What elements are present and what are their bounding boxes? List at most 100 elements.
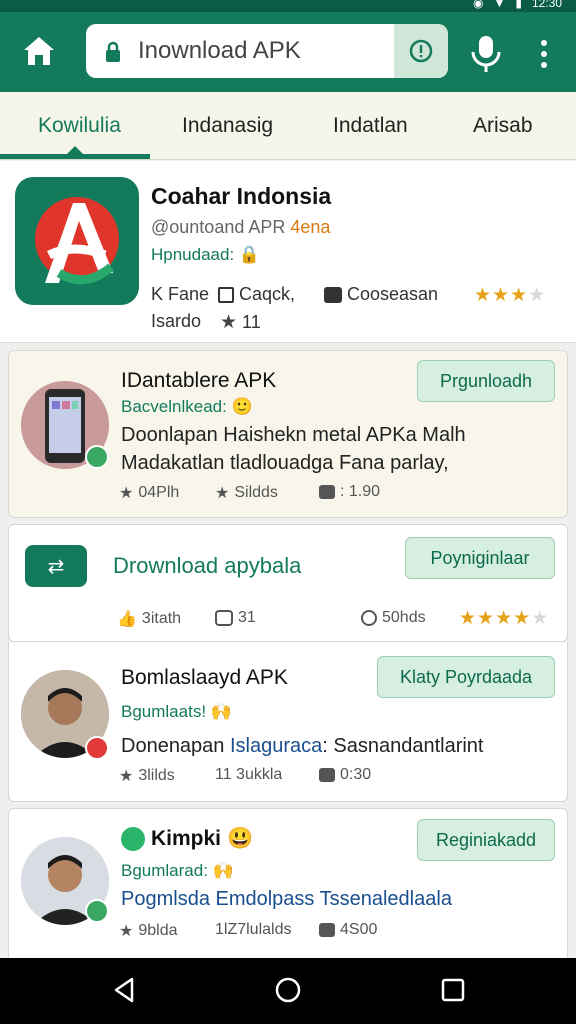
card-subtitle: Bgumlaats! 🙌 (121, 702, 232, 721)
app-screen: ◉ ▼ ▮ 12:30 Inownload APK Kowilulia Inda… (0, 0, 576, 1024)
exclamation-circle-icon (409, 39, 433, 63)
tab-3[interactable]: Arisab (473, 114, 533, 138)
hero-rating: ★ ★ ★ ★ (474, 284, 545, 307)
emoji-icon: 🙂 (231, 397, 253, 416)
back-icon[interactable] (110, 975, 140, 1005)
app-card-3[interactable]: Bomlaslaayd APK Bgumlaats! 🙌 Donenapan I… (8, 642, 568, 802)
star-icon: ★ (492, 285, 510, 306)
system-navigation-bar (0, 958, 576, 1024)
hero-meta-1: K Fane (151, 284, 210, 304)
tab-0[interactable]: Kowilulia (38, 114, 121, 138)
battery-icon: ▮ (515, 0, 522, 10)
clock-icon (361, 610, 377, 626)
card-title: IDantablere APK (121, 369, 277, 392)
star-icon: ★ (459, 608, 477, 629)
card-meta-1: 👍 3itath (117, 610, 182, 628)
card-rating: ★ ★ ★ ★ ★ (459, 607, 548, 630)
download-button[interactable]: Poyniginlaar (405, 537, 555, 579)
comment-icon (319, 768, 335, 782)
tab-2[interactable]: Indatlan (333, 114, 408, 138)
status-icons: ◉ ▼ ▮ 12:30 (473, 0, 562, 10)
emoji-icon: 😃 (227, 827, 254, 850)
tab-1[interactable]: Indanasig (182, 114, 273, 138)
hero-meta-2: Caqck, (218, 284, 295, 305)
app-card-4[interactable]: Kimpki 😃 Bgumlarad: 🙌 Pogmlsda Emdolpass… (8, 808, 568, 978)
comment-icon (319, 923, 335, 937)
star-icon: ★ (513, 608, 531, 629)
recents-icon[interactable] (438, 975, 468, 1005)
comment-icon (324, 286, 342, 303)
home-nav-icon[interactable] (273, 975, 303, 1005)
card-meta-1: ★ 9blda (119, 922, 178, 940)
card-meta-2: 31 (215, 609, 256, 627)
app-card-1[interactable]: IDantablere APK Bacvelnlkead: 🙂 Doonlapa… (8, 350, 568, 518)
app-card-2[interactable]: ⇄ Drownload apybala Poyniginlaar 👍 3itat… (8, 524, 568, 642)
home-icon (24, 37, 54, 65)
star-icon: ★ (119, 923, 134, 940)
app-developer: @ountoand APR 4ena (151, 217, 331, 237)
emoji-icon: 🙌 (210, 702, 232, 721)
status-bar: ◉ ▼ ▮ 12:30 (0, 0, 576, 12)
card-description: Doonlapan Haishekn metal APKa Malh Madak… (121, 424, 466, 474)
hero-meta-4: Isardo (151, 311, 202, 331)
star-icon: ★ (477, 608, 495, 629)
download-button[interactable]: Reginiakadd (417, 819, 555, 861)
download-button[interactable]: Klaty Poyrdaada (377, 656, 555, 698)
star-icon: ★ (119, 768, 134, 785)
card-meta-1: ★ 3lilds (119, 767, 175, 785)
emoji-icon: 🔒 (238, 245, 261, 264)
card-title: Drownload apybala (113, 553, 302, 578)
more-vert-icon (541, 40, 547, 68)
info-button[interactable] (394, 24, 448, 78)
category-tabs: Kowilulia Indanasig Indatlan Arisab (0, 92, 576, 160)
card-subtitle: Bgumlarad: 🙌 (121, 861, 234, 880)
app-logo-icon[interactable] (15, 177, 139, 305)
rating-stars: ★ ★ ★ ★ (474, 284, 545, 307)
card-meta-2: 11 3ukkla (215, 766, 283, 783)
star-icon: ★ (220, 312, 238, 333)
search-field[interactable]: Inownload APK (86, 24, 448, 78)
wifi-icon: ▼ (493, 0, 506, 10)
voice-search-button[interactable] (468, 34, 504, 74)
star-icon: ★ (119, 485, 134, 502)
card-meta-3: : 1.90 (319, 483, 380, 501)
hero-meta-5: ★ 11 (220, 312, 261, 333)
app-badge-icon (85, 899, 109, 923)
star-icon: ★ (510, 285, 528, 306)
home-button[interactable] (22, 34, 56, 68)
alert-status-icon: ◉ (472, 0, 484, 10)
lock-icon (106, 41, 120, 62)
thumbs-up-icon: 👍 (117, 611, 137, 628)
card-meta-3: 50hds (361, 609, 426, 627)
card-meta-2: ★ Sildds (215, 484, 278, 502)
app-badge-icon (85, 445, 109, 469)
card-meta-1: ★ 04Plh (119, 484, 180, 502)
card-subtitle: Bacvelnlkead: 🙂 (121, 397, 253, 416)
card-meta-3: 4S00 (319, 921, 377, 939)
download-app-icon: ⇄ (25, 545, 87, 587)
card-description: Pogmlsda Emdolpass Tssenaledlaala (121, 888, 452, 910)
emoji-icon: 🙌 (212, 861, 234, 880)
search-query: Inownload APK (138, 37, 301, 64)
card-meta-3: 0:30 (319, 766, 371, 784)
star-icon: ★ (215, 485, 230, 502)
app-status: Hpnudaad: 🔒 (151, 245, 261, 264)
card-meta-2: 1lZ7lulalds (215, 921, 292, 938)
star-icon: ★ (528, 285, 546, 306)
category-icon (218, 286, 234, 303)
download-button[interactable]: Prgunloadh (417, 360, 555, 402)
more-options-button[interactable] (534, 36, 554, 72)
rating-stars: ★ ★ ★ ★ ★ (459, 607, 548, 630)
card-description: Donenapan Islaguraca: Sasnandantlarint (121, 735, 484, 757)
featured-app-header: Coahar Indonsia @ountoand APR 4ena Hpnud… (0, 161, 576, 343)
star-icon: ★ (531, 608, 549, 629)
star-icon: ★ (495, 608, 513, 629)
comment-icon (215, 610, 233, 626)
app-title: Coahar Indonsia (151, 183, 332, 209)
top-app-bar: Inownload APK (0, 12, 576, 92)
star-icon: ★ (474, 285, 492, 306)
microphone-icon (471, 36, 501, 72)
status-time: 12:30 (531, 0, 562, 10)
card-title-row: Kimpki 😃 (121, 827, 253, 851)
card-title: Bomlaslaayd APK (121, 666, 288, 689)
